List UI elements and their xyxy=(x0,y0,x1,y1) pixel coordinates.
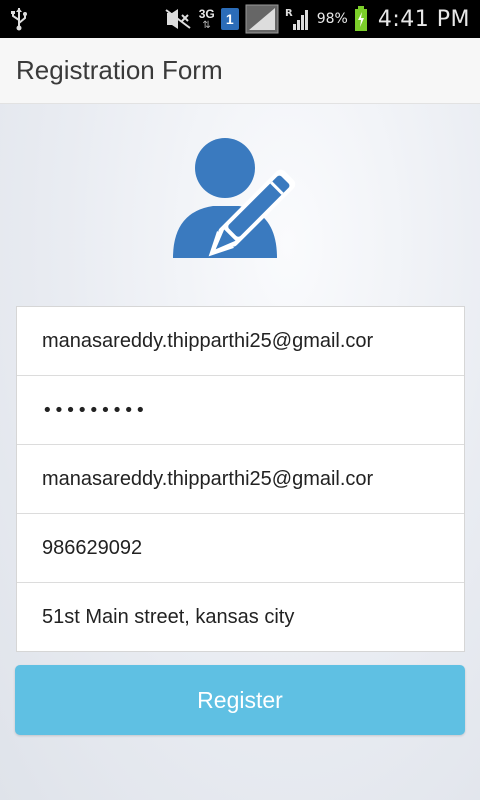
signal-icon-2: R xyxy=(285,6,311,32)
address-input[interactable] xyxy=(42,606,452,629)
register-button[interactable]: Register xyxy=(15,665,465,735)
page-title: Registration Form xyxy=(16,55,223,85)
network-type: 3G xyxy=(198,6,215,21)
email-field-row xyxy=(17,307,464,376)
battery-icon xyxy=(354,6,368,32)
app-bar: Registration Form xyxy=(0,38,480,104)
registration-form: ••••••••• xyxy=(16,306,465,652)
sim-icon: 1 xyxy=(220,8,239,30)
confirm-email-field-row xyxy=(17,445,464,514)
signal-icon xyxy=(245,4,279,34)
usb-icon xyxy=(8,6,30,32)
address-field-row xyxy=(17,583,464,652)
user-edit-icon xyxy=(165,130,325,290)
email-input[interactable] xyxy=(42,329,452,353)
phone-field-row xyxy=(17,514,464,583)
confirm-email-input[interactable] xyxy=(42,467,452,491)
battery-percent: 98% xyxy=(316,11,348,27)
phone-input[interactable] xyxy=(42,536,452,560)
svg-text:R: R xyxy=(285,8,293,19)
3g-icon: 3G ⇅ xyxy=(198,6,215,31)
mute-icon xyxy=(163,7,193,31)
status-bar: 3G ⇅ 1 R 98% 4:41 PM xyxy=(0,0,480,38)
password-input[interactable]: ••••••••• xyxy=(42,400,147,421)
clock: 4:41 PM xyxy=(377,6,470,32)
password-field-row: ••••••••• xyxy=(17,376,464,445)
